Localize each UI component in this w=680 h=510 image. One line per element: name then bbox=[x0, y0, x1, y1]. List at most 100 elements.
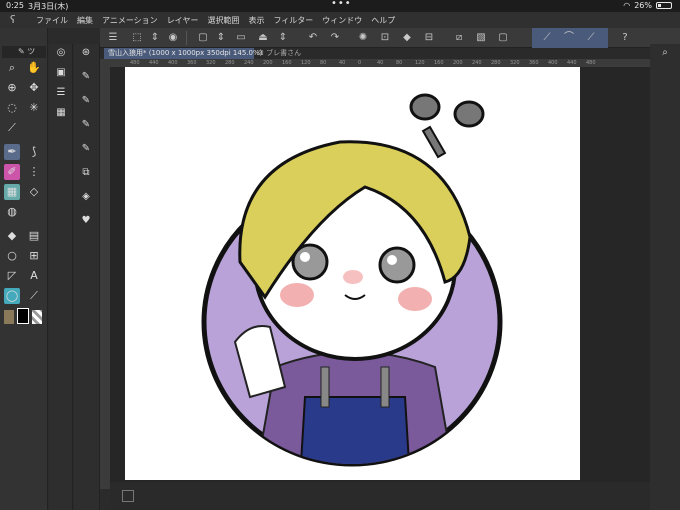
ruler-mark: 280 bbox=[225, 60, 235, 66]
canvas-tabs: 雪山入狼用* (1000 x 1000px 350dpi 145.0%) ⊠ ブ… bbox=[100, 48, 680, 59]
menu-item-5[interactable]: 表示 bbox=[248, 15, 264, 26]
navigator-icon[interactable]: ▣ bbox=[54, 66, 68, 80]
transform-icon[interactable]: ⊡ bbox=[378, 31, 392, 45]
blend-icon[interactable]: ◍ bbox=[4, 204, 20, 220]
battery-icon bbox=[656, 2, 672, 9]
wifi-icon: ◠ bbox=[623, 1, 631, 10]
snap-special-icon[interactable]: ⌒ bbox=[562, 31, 576, 45]
updown3-icon[interactable]: ⇕ bbox=[276, 31, 290, 45]
tab-other[interactable]: ⊠ ブレ書さん bbox=[258, 48, 301, 59]
tab-active[interactable]: 雪山入狼用* (1000 x 1000px 350dpi 145.0%) bbox=[104, 48, 262, 59]
brush-icon[interactable]: ⟆ bbox=[26, 144, 42, 160]
help-icon[interactable]: ? bbox=[618, 31, 632, 45]
list-icon[interactable]: ☰ bbox=[54, 86, 68, 100]
menu-item-0[interactable]: ファイル bbox=[36, 15, 68, 26]
snap-grid-icon[interactable]: ⟋ bbox=[584, 31, 598, 45]
undo-icon[interactable]: ↶ bbox=[306, 31, 320, 45]
ruler-mark: 120 bbox=[415, 60, 425, 66]
frame-icon[interactable]: ⊞ bbox=[26, 248, 42, 264]
eraser-icon[interactable]: ◇ bbox=[26, 184, 42, 200]
menu-item-7[interactable]: ウィンドウ bbox=[322, 15, 362, 26]
menu-item-3[interactable]: レイヤー bbox=[167, 15, 199, 26]
ruler-mark: 200 bbox=[263, 60, 273, 66]
sub-tool-panel: ◎ ▣ ☰ ▦ bbox=[49, 44, 73, 510]
layer-stack-icon[interactable]: ⧉ bbox=[79, 166, 93, 180]
color-history-swatch[interactable] bbox=[4, 310, 14, 324]
date: 3月3日(木) bbox=[28, 2, 69, 11]
fill-icon[interactable]: ◆ bbox=[4, 228, 20, 244]
transparent-color-swatch[interactable] bbox=[32, 310, 42, 324]
layers-icon[interactable]: ◈ bbox=[79, 190, 93, 204]
hide-selection-icon[interactable]: ⧄ bbox=[452, 31, 466, 45]
operation-icon[interactable]: ⊕ bbox=[4, 80, 20, 96]
wand-icon[interactable]: ✳ bbox=[26, 100, 42, 116]
ruler-mark: 360 bbox=[187, 60, 197, 66]
hand-icon[interactable]: ✋ bbox=[26, 60, 42, 76]
main-color-swatch[interactable] bbox=[17, 308, 29, 324]
search-icon[interactable]: ⌕ bbox=[658, 46, 672, 60]
deselect-icon[interactable]: ▧ bbox=[474, 31, 488, 45]
ruler-mark: 160 bbox=[282, 60, 292, 66]
open-folder-icon[interactable]: ▭ bbox=[234, 31, 248, 45]
ruler-mark: 0 bbox=[358, 60, 362, 66]
crop-icon[interactable]: ⊟ bbox=[422, 31, 436, 45]
pen-option2-icon[interactable]: ✎ bbox=[79, 94, 93, 108]
menu-bar: ʕ ファイル 編集 アニメーション レイヤー 選択範囲 表示 フィルター ウィンドウ ヘルプ bbox=[0, 12, 680, 28]
clock: 0:25 bbox=[6, 1, 24, 10]
pen-option-icon[interactable]: ✎ bbox=[79, 70, 93, 84]
view-icon[interactable]: ◉ bbox=[166, 31, 180, 45]
favorite-icon[interactable]: ♥ bbox=[79, 214, 93, 228]
ruler-mark: 80 bbox=[320, 60, 327, 66]
clear-icon[interactable]: ✺ bbox=[356, 31, 370, 45]
menu-item-8[interactable]: ヘルプ bbox=[371, 15, 395, 26]
menu-item-4[interactable]: 選択範囲 bbox=[207, 15, 239, 26]
pen-option4-icon[interactable]: ✎ bbox=[79, 142, 93, 156]
print-icon[interactable]: ⏏ bbox=[256, 31, 270, 45]
menu-icon[interactable]: ☰ bbox=[106, 31, 120, 45]
ruler-mark: 240 bbox=[472, 60, 482, 66]
invert-icon[interactable]: ▢ bbox=[496, 31, 510, 45]
eyedropper-icon[interactable]: ⟋ bbox=[4, 120, 20, 136]
marker-icon[interactable]: ✐ bbox=[4, 164, 20, 180]
ruler-mark: 160 bbox=[434, 60, 444, 66]
canvas-area[interactable] bbox=[110, 67, 650, 482]
tool-bar: ✎ ツ ⌕ ✋ ⊕ ✥ ◌ ✳ ⟋ ✒ ⟆ ✐ ⋮ ▦ ◇ ◍ ◆ ▤ ○ ⊞ … bbox=[0, 28, 48, 510]
command-bar: ☰ ⬚ ⇕ ◉ ▢ ⇕ ▭ ⏏ ⇕ ↶ ↷ ✺ ⊡ ◆ ⊟ ⧄ ▧ ▢ ⟋ ⌒ … bbox=[100, 28, 680, 48]
canvas-paper[interactable] bbox=[125, 67, 580, 480]
menu-item-1[interactable]: 編集 bbox=[77, 15, 93, 26]
ruler-mark: 80 bbox=[396, 60, 403, 66]
new-file-icon[interactable]: ▢ bbox=[196, 31, 210, 45]
export-icon[interactable]: ⬚ bbox=[130, 31, 144, 45]
ruler-mark: 480 bbox=[586, 60, 596, 66]
redo-icon[interactable]: ↷ bbox=[328, 31, 342, 45]
text-icon[interactable]: A bbox=[26, 268, 42, 284]
menu-item-6[interactable]: フィルター bbox=[273, 15, 313, 26]
airbrush-icon[interactable]: ⋮ bbox=[26, 164, 42, 180]
fill-selection-icon[interactable]: ◆ bbox=[400, 31, 414, 45]
pen-tool-label-icon[interactable]: ✎ ツ bbox=[18, 46, 35, 57]
menu-item-2[interactable]: アニメーション bbox=[102, 15, 158, 26]
gradient-icon[interactable]: ▤ bbox=[26, 228, 42, 244]
updown-icon[interactable]: ⇕ bbox=[148, 31, 162, 45]
shape-icon[interactable]: ○ bbox=[4, 248, 20, 264]
app-logo-icon[interactable]: ʕ bbox=[10, 13, 16, 26]
sub-tool-detail-panel: ⊛ ✎ ✎ ✎ ✎ ⧉ ◈ ♥ bbox=[74, 44, 100, 510]
balloon-icon[interactable]: ◯ bbox=[4, 288, 20, 304]
lasso-icon[interactable]: ◌ bbox=[4, 100, 20, 116]
layer-icon[interactable]: ◎ bbox=[54, 46, 68, 60]
grid-icon[interactable]: ▦ bbox=[54, 106, 68, 120]
decoration-icon[interactable]: ▦ bbox=[4, 184, 20, 200]
updown2-icon[interactable]: ⇕ bbox=[214, 31, 228, 45]
ios-status-bar: 0:25 3月3日(木) ••• ◠ 26% bbox=[0, 0, 680, 12]
layer-properties-icon[interactable] bbox=[122, 490, 134, 502]
snap-ruler-icon[interactable]: ⟋ bbox=[540, 31, 554, 45]
move-icon[interactable]: ✥ bbox=[26, 80, 42, 96]
correct-line-icon[interactable]: ⟋ bbox=[26, 288, 42, 304]
pen-icon[interactable]: ✒ bbox=[4, 144, 20, 160]
zoom-icon[interactable]: ⌕ bbox=[4, 60, 20, 76]
compass-icon[interactable]: ⊛ bbox=[79, 46, 93, 60]
ruler-icon[interactable]: ◸ bbox=[4, 268, 20, 284]
multitask-dots-icon[interactable]: ••• bbox=[331, 0, 352, 9]
pen-option3-icon[interactable]: ✎ bbox=[79, 118, 93, 132]
ruler-mark: 40 bbox=[339, 60, 346, 66]
